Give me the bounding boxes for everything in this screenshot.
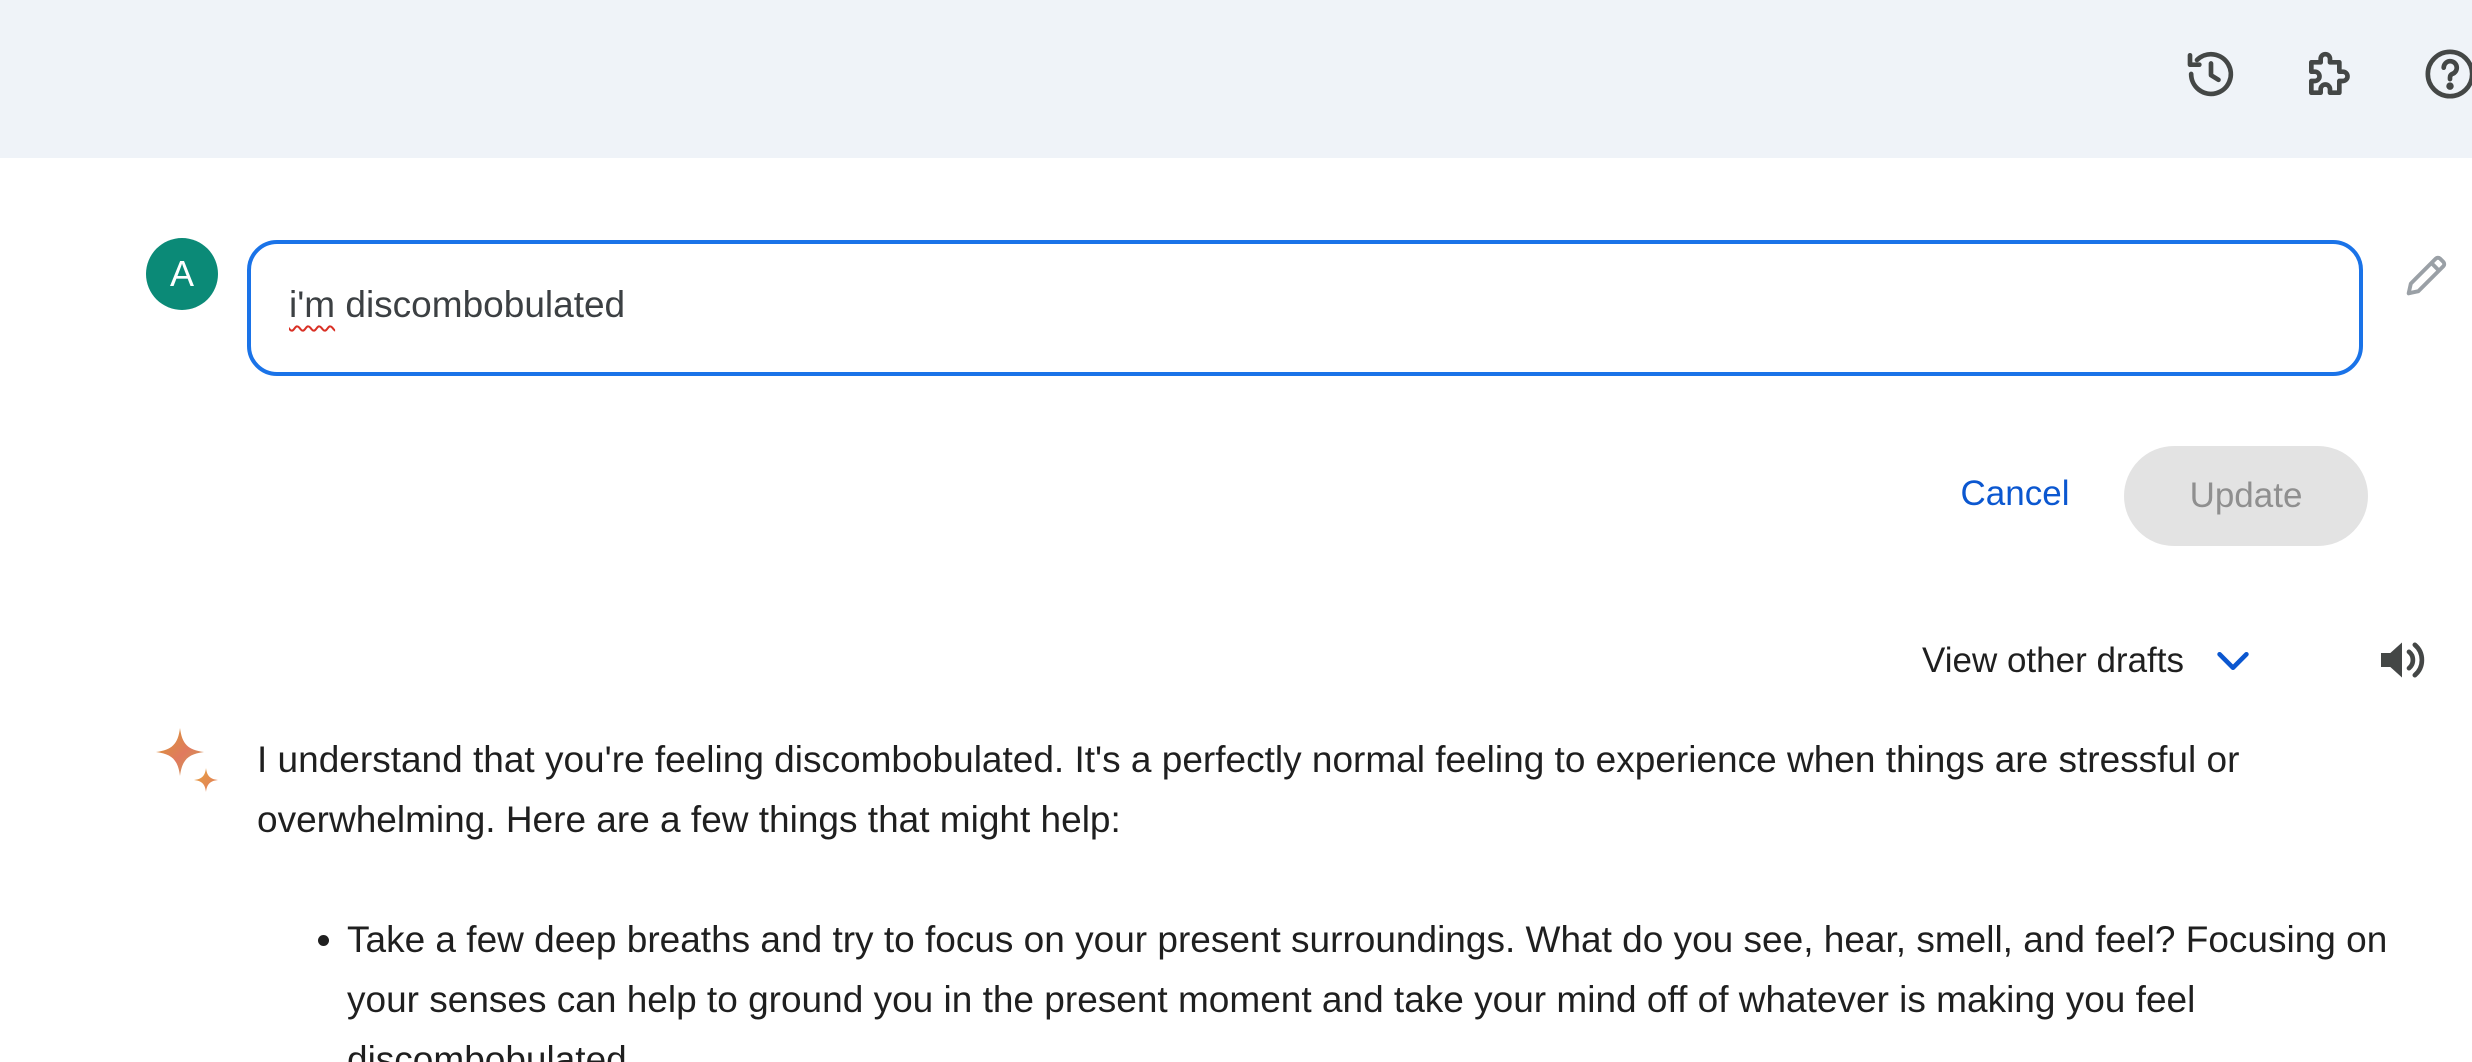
list-item: Take a few deep breaths and try to focus… <box>347 910 2447 1062</box>
misspelled-word: i'm <box>289 284 336 325</box>
cancel-button[interactable]: Cancel <box>1940 462 2090 526</box>
history-icon[interactable] <box>2179 42 2243 106</box>
prompt-text-rest: discombobulated <box>335 284 626 325</box>
edit-pencil-icon[interactable] <box>2396 246 2456 306</box>
view-other-drafts-label: View other drafts <box>1922 641 2184 680</box>
extension-icon[interactable] <box>2298 42 2362 106</box>
speaker-icon[interactable] <box>2372 632 2432 688</box>
top-bar <box>0 0 2472 158</box>
prompt-edit-field[interactable]: i'm discombobulated <box>247 240 2363 376</box>
chevron-down-icon <box>2217 651 2249 671</box>
avatar-initial: A <box>169 253 194 294</box>
avatar: A <box>146 238 218 310</box>
gemini-spark-icon <box>156 728 218 792</box>
response-body: I understand that you're feeling discomb… <box>257 730 2377 850</box>
help-icon[interactable] <box>2418 42 2472 106</box>
view-other-drafts-button[interactable]: View other drafts <box>1922 636 2256 686</box>
prompt-text: i'm discombobulated <box>289 284 625 326</box>
chat-page: A i'm discombobulated Cancel Update View… <box>0 0 2472 1062</box>
response-bullet-list: Take a few deep breaths and try to focus… <box>292 910 2447 1062</box>
update-button[interactable]: Update <box>2124 446 2368 546</box>
response-intro: I understand that you're feeling discomb… <box>257 739 2240 840</box>
